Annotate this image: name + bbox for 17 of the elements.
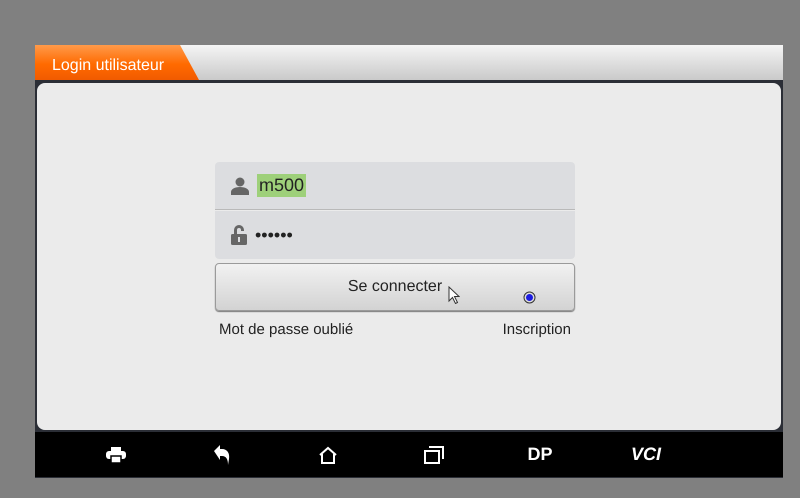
printer-icon[interactable] [106,446,126,462]
login-button[interactable]: Se connecter [215,263,575,311]
mouse-pointer-icon [448,286,460,304]
password-value: •••••• [255,224,293,246]
nav-button[interactable]: DP [527,444,552,465]
forgot-password-link[interactable]: Mot de passe oublié [219,321,354,338]
padlock-icon [231,225,247,245]
home-icon[interactable] [318,446,338,464]
nav-button[interactable]: VCI [630,444,661,465]
user-icon [231,176,249,194]
register-link[interactable]: Inscription [502,321,571,338]
username-field[interactable]: m500 [215,162,575,210]
username-value: m500 [257,174,306,197]
touch-dot-icon [523,291,536,304]
back-icon[interactable] [213,444,231,464]
password-field[interactable]: •••••• [215,211,575,259]
recent-apps-icon[interactable] [424,446,444,464]
